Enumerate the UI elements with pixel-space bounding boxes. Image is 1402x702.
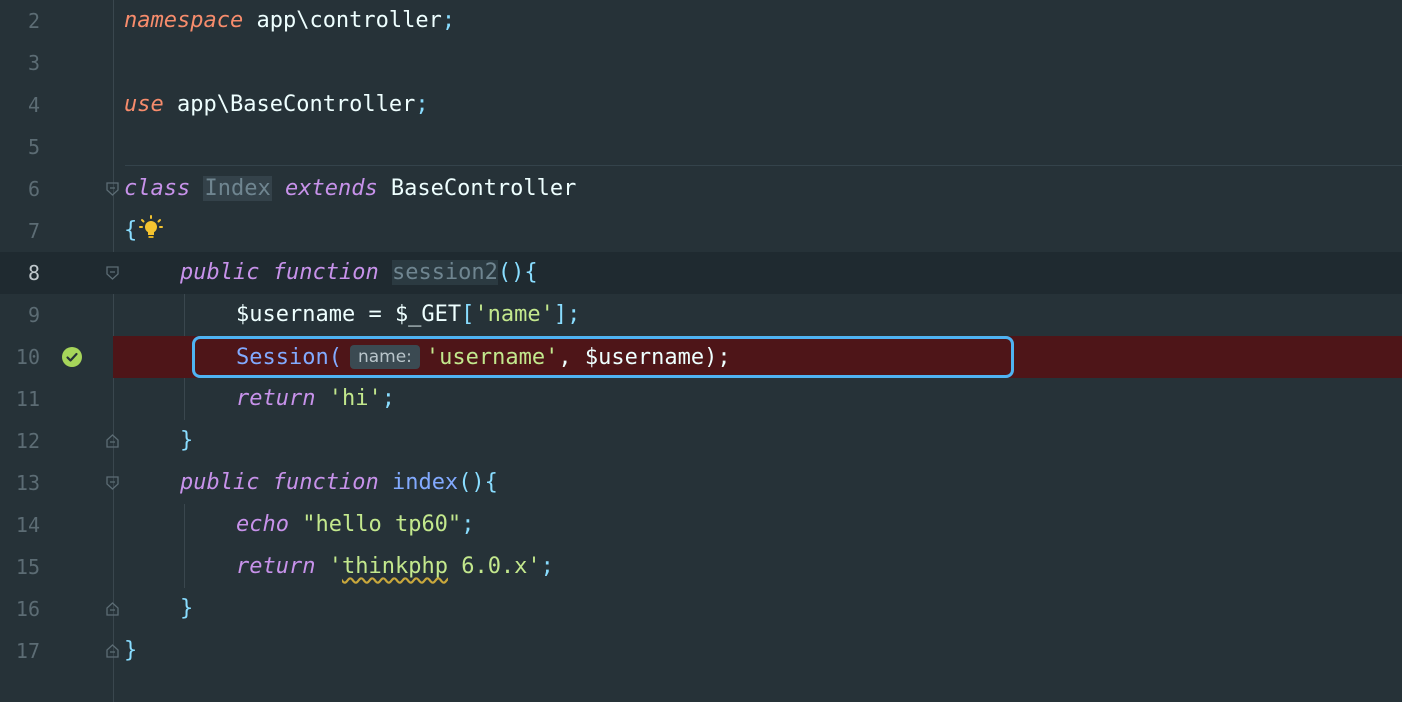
token-brace: }	[124, 638, 138, 663]
token-string: 6.0.x'	[447, 554, 541, 579]
code-line-17[interactable]: 17 }	[0, 630, 1402, 672]
line-number[interactable]: 5	[0, 126, 40, 168]
line-number[interactable]: 12	[0, 420, 40, 462]
check-circle-icon[interactable]	[62, 347, 82, 367]
token-import: app\BaseController	[163, 92, 416, 117]
code-line-7[interactable]: 7 {	[0, 210, 1402, 252]
token-string: 'hi'	[328, 386, 382, 411]
token-assignment: $username = $_GET	[236, 302, 462, 327]
fold-marker-icon[interactable]	[106, 266, 119, 280]
fold-marker-icon[interactable]	[106, 434, 119, 448]
code-line-16[interactable]: 16 }	[0, 588, 1402, 630]
token-parent-class: BaseController	[377, 176, 577, 201]
token-keyword: return	[236, 554, 316, 579]
token-keyword: namespace	[124, 8, 244, 33]
code-editor[interactable]: 2 namespace app\controller; 3 4 use app\…	[0, 0, 1402, 702]
token-class-name[interactable]: Index	[203, 176, 272, 201]
token-keyword: echo	[236, 512, 289, 537]
token-keyword: function	[272, 260, 379, 285]
token-semicolon: ;	[415, 92, 429, 117]
code-line-2[interactable]: 2 namespace app\controller;	[0, 0, 1402, 42]
line-number[interactable]: 8	[0, 252, 40, 294]
token-namespace: app\controller	[243, 8, 442, 33]
token-brace: }	[180, 596, 194, 621]
token-keyword: public	[180, 470, 260, 495]
line-number[interactable]: 14	[0, 504, 40, 546]
token-keyword: function	[272, 470, 379, 495]
token-string: 'name'	[474, 302, 554, 327]
token-punct: (){	[458, 470, 498, 495]
line-number[interactable]: 9	[0, 294, 40, 336]
code-line-12[interactable]: 12 }	[0, 420, 1402, 462]
line-number[interactable]: 7	[0, 210, 40, 252]
token-string: "hello tp60"	[302, 512, 462, 537]
fold-marker-icon[interactable]	[106, 644, 119, 658]
token-punct: (){	[497, 260, 538, 285]
token-semicolon: ;	[461, 512, 475, 537]
token-string-typo: thinkphp	[341, 554, 448, 579]
code-line-14[interactable]: 14 echo "hello tp60";	[0, 504, 1402, 546]
code-line-11[interactable]: 11 return 'hi';	[0, 378, 1402, 420]
code-line-6[interactable]: 6 class Index extends BaseController	[0, 168, 1402, 210]
token-function-name[interactable]: session2	[391, 260, 498, 285]
code-line-9[interactable]: 9 $username = $_GET['name'];	[0, 294, 1402, 336]
focus-highlight-box	[192, 336, 1014, 378]
token-keyword: class	[124, 176, 191, 201]
line-number[interactable]: 3	[0, 42, 40, 84]
token-semicolon: ;	[441, 8, 456, 33]
token-function-name: index	[391, 470, 459, 495]
line-number[interactable]: 15	[0, 546, 40, 588]
token-bracket: ];	[553, 302, 581, 327]
token-semicolon: ;	[540, 554, 554, 579]
token-brace: {	[124, 218, 138, 243]
token-keyword: public	[180, 260, 260, 285]
code-line-4[interactable]: 4 use app\BaseController;	[0, 84, 1402, 126]
code-line-13[interactable]: 13 public function index(){	[0, 462, 1402, 504]
token-string: '	[328, 554, 342, 579]
token-keyword: use	[124, 92, 164, 117]
lightbulb-icon[interactable]	[139, 214, 164, 256]
token-keyword: return	[236, 386, 316, 411]
token-semicolon: ;	[381, 386, 395, 411]
line-number[interactable]: 11	[0, 378, 40, 420]
token-bracket: [	[461, 302, 475, 327]
line-number[interactable]: 16	[0, 588, 40, 630]
code-line-8[interactable]: 8 public function session2(){	[0, 252, 1402, 294]
line-number[interactable]: 2	[0, 0, 40, 42]
line-number[interactable]: 6	[0, 168, 40, 210]
code-line-3[interactable]: 3	[0, 42, 1402, 84]
token-keyword: extends	[284, 176, 378, 201]
token-brace: }	[180, 428, 194, 453]
code-line-5[interactable]: 5	[0, 126, 1402, 168]
fold-marker-icon[interactable]	[106, 476, 119, 490]
line-number[interactable]: 10	[0, 336, 40, 378]
code-line-15[interactable]: 15 return 'thinkphp 6.0.x';	[0, 546, 1402, 588]
line-number[interactable]: 17	[0, 630, 40, 672]
line-number[interactable]: 4	[0, 84, 40, 126]
line-number[interactable]: 13	[0, 462, 40, 504]
fold-marker-icon[interactable]	[106, 602, 119, 616]
fold-marker-icon[interactable]	[106, 182, 119, 196]
